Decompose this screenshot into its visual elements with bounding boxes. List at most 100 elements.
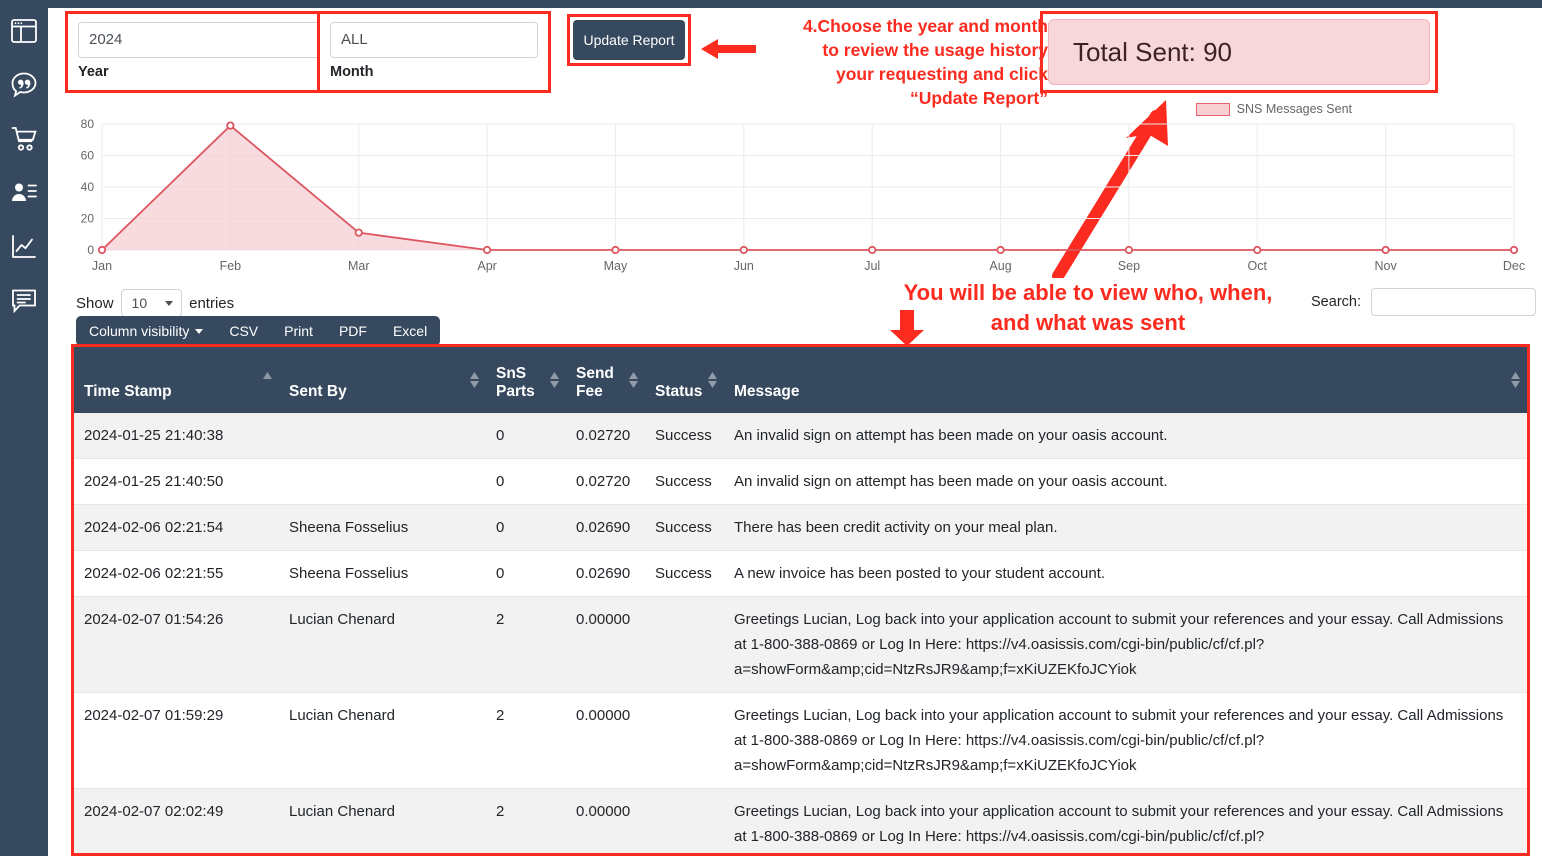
table-row[interactable]: 2024-01-25 21:40:38 0 0.02720 Success An inv… (74, 413, 1527, 459)
sidebar-item-messages[interactable] (7, 68, 41, 102)
chart-point-apr[interactable] (482, 245, 492, 255)
sidebar-item-store[interactable] (7, 122, 41, 156)
chart-point-dec[interactable] (1509, 245, 1519, 255)
shopping-cart-icon (10, 125, 38, 153)
status-cell: Success (645, 413, 724, 459)
column-header-sns-parts-line-0: SnS (496, 365, 527, 382)
sns-parts-cell: 2 (486, 596, 566, 693)
table-header: Time Stamp Sent By SnS Parts Send Fee St… (74, 347, 1527, 413)
note-bubble-icon (10, 288, 38, 314)
x-axis-tick-apr: Apr (477, 259, 496, 273)
column-header-send-fee[interactable]: Send Fee (566, 347, 645, 413)
table-row[interactable]: 2024-02-07 01:59:29 Lucian Chenard 2 0.0000… (74, 692, 1527, 789)
sidebar-item-contacts[interactable] (7, 176, 41, 210)
x-axis-tick-sep: Sep (1118, 259, 1140, 273)
sent-by-cell: Sheena Fosselius (279, 550, 486, 597)
sns-parts-cell: 2 (486, 788, 566, 853)
x-axis-tick-dec: Dec (1503, 259, 1525, 273)
top-bar (0, 0, 1542, 8)
table-header-row: Time Stamp Sent By SnS Parts Send Fee St… (74, 347, 1527, 413)
print-button[interactable]: Print (271, 316, 326, 346)
chart-legend[interactable]: SNS Messages Sent (1195, 102, 1352, 116)
column-header-status-label: Status (655, 383, 703, 400)
send-fee-cell: 0.00000 (566, 596, 645, 693)
sns-parts-cell: 0 (486, 550, 566, 597)
sent-by-cell: Lucian Chenard (279, 596, 486, 693)
chevron-down-icon (165, 300, 174, 306)
table-row[interactable]: 2024-02-07 02:02:49 Lucian Chenard 2 0.0000… (74, 788, 1527, 853)
column-header-sent-by[interactable]: Sent By (279, 347, 486, 413)
x-axis-tick-jan: Jan (92, 259, 112, 273)
status-cell (645, 788, 724, 853)
sent-by-cell: Sheena Fosselius (279, 504, 486, 551)
quote-bubble-icon (10, 71, 38, 99)
table-row[interactable]: 2024-02-06 02:21:55 Sheena Fosselius 0 0.02… (74, 550, 1527, 597)
chart-point-jul[interactable] (868, 245, 877, 255)
sns-parts-cell: 2 (486, 692, 566, 789)
column-header-time-stamp-label: Time Stamp (84, 383, 172, 400)
entries-label: entries (189, 294, 235, 312)
sidebar-item-notes[interactable] (7, 284, 41, 318)
chart-point-may[interactable] (611, 245, 620, 255)
sent-by-cell (279, 458, 486, 505)
datatable-export-buttons: Column visibility CSV Print PDF Excel (76, 316, 441, 346)
year-label: Year (78, 64, 109, 80)
total-sent-badge: Total Sent: 90 (1048, 19, 1430, 85)
table-row[interactable]: 2024-01-25 21:40:50 0 0.02720 Success An inv… (74, 458, 1527, 505)
month-select[interactable]: ALL (330, 22, 538, 58)
sort-both-icon (550, 372, 559, 388)
sidebar-item-reports[interactable] (7, 230, 41, 264)
chart-point-sep[interactable] (1124, 245, 1134, 255)
sent-by-cell: Lucian Chenard (279, 692, 486, 789)
excel-button[interactable]: Excel (380, 316, 440, 346)
x-axis-tick-jul: Jul (864, 259, 880, 273)
table-row[interactable]: 2024-02-06 02:21:54 Sheena Fosselius 0 0.02… (74, 504, 1527, 551)
chart-area-fill (102, 125, 1514, 250)
column-visibility-button[interactable]: Column visibility (76, 316, 216, 346)
show-entries-group: Show 10 entries (76, 289, 234, 317)
timestamp-cell: 2024-02-06 02:21:55 (74, 550, 279, 597)
legend-label-sns-messages-sent: SNS Messages Sent (1236, 102, 1352, 116)
chart-point-nov[interactable] (1381, 245, 1390, 255)
chart-point-oct[interactable] (1253, 245, 1262, 255)
send-fee-cell: 0.00000 (566, 692, 645, 789)
sns-parts-cell: 0 (486, 413, 566, 459)
column-header-sns-parts-line-1: Parts (496, 383, 535, 400)
chart-point-aug[interactable] (996, 245, 1005, 255)
timestamp-cell: 2024-02-07 01:59:29 (74, 692, 279, 789)
pdf-button[interactable]: PDF (326, 316, 380, 346)
sidebar-item-dashboard[interactable] (7, 14, 41, 48)
x-axis-tick-oct: Oct (1248, 259, 1268, 273)
y-axis-tick-40: 40 (81, 180, 95, 194)
month-filter-group: ALL Month (317, 11, 551, 93)
timestamp-cell: 2024-02-06 02:21:54 (74, 504, 279, 551)
message-cell: An invalid sign on attempt has been made… (724, 458, 1527, 505)
csv-button[interactable]: CSV (216, 316, 271, 346)
x-axis-tick-aug: Aug (989, 259, 1011, 273)
update-report-button[interactable]: Update Report (573, 20, 685, 60)
y-axis-tick-0: 0 (87, 243, 94, 257)
send-fee-cell: 0.02720 (566, 458, 645, 505)
y-axis-tick-20: 20 (81, 212, 95, 226)
chart-point-feb[interactable] (226, 121, 235, 130)
column-header-message[interactable]: Message (724, 347, 1527, 413)
column-header-sns-parts[interactable]: SnS Parts (486, 347, 566, 413)
month-label: Month (330, 64, 374, 80)
y-axis-tick-80: 80 (81, 117, 95, 131)
timestamp-cell: 2024-02-07 01:54:26 (74, 596, 279, 693)
sort-both-icon (708, 372, 717, 388)
page-length-select[interactable]: 10 (120, 289, 183, 317)
search-input[interactable] (1371, 288, 1536, 316)
chart-point-mar[interactable] (354, 228, 363, 237)
status-cell: Success (645, 458, 724, 505)
update-report-highlight: Update Report (567, 14, 691, 66)
chart-point-jun[interactable] (739, 245, 748, 255)
column-header-time-stamp[interactable]: Time Stamp (74, 347, 279, 413)
column-header-status[interactable]: Status (645, 347, 724, 413)
x-axis-tick-mar: Mar (348, 259, 370, 273)
column-visibility-label: Column visibility (89, 323, 190, 339)
year-select[interactable]: 2024 (78, 22, 324, 58)
annotation-step4-line-2: your requesting and click (836, 64, 1048, 84)
table-row[interactable]: 2024-02-07 01:54:26 Lucian Chenard 2 0.0000… (74, 596, 1527, 693)
chart-point-jan[interactable] (97, 245, 107, 255)
